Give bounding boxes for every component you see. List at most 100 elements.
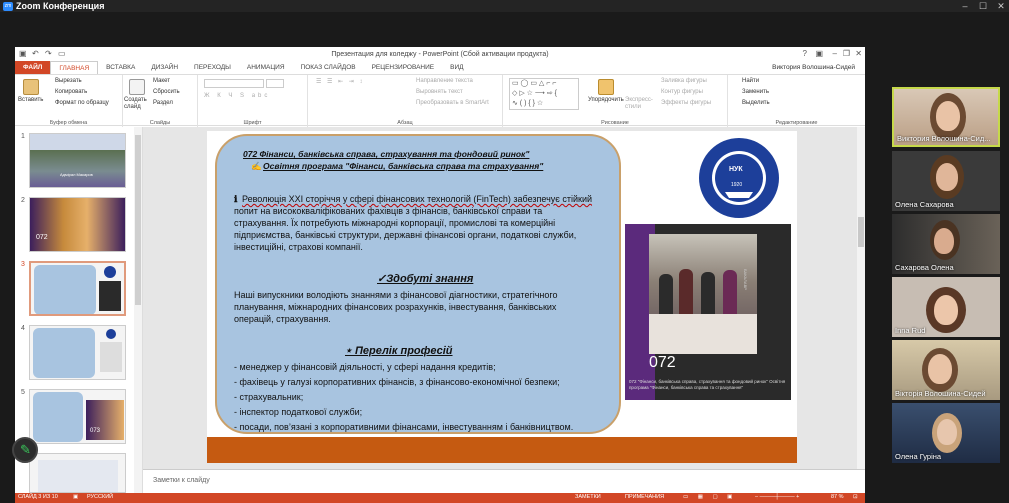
spellcheck-icon[interactable]: ▣ bbox=[73, 494, 78, 500]
shape-fill-button[interactable]: Заливка фигуры bbox=[661, 78, 707, 84]
photo-side-label: БАКАЛАВР bbox=[743, 269, 748, 290]
font-size-combo[interactable] bbox=[266, 79, 284, 88]
thumbnails-scrollbar[interactable] bbox=[134, 127, 142, 493]
ribbon-options-icon[interactable]: ▣ bbox=[815, 49, 823, 58]
slide-thumbnail[interactable] bbox=[29, 325, 126, 380]
powerpoint-window: ▣ ↶ ↷ ▭ Презентация для коледжу - PowerP… bbox=[15, 47, 865, 503]
participant-name: Inna Rud bbox=[895, 326, 926, 335]
group-label-font: Шрифт bbox=[243, 120, 262, 126]
intro-line: попит на висококваліфікованих фахівців з… bbox=[234, 206, 543, 216]
group-slides: Создать слайд Макет Сбросить Раздел Слай… bbox=[123, 75, 198, 127]
intro-line: страхування. Їх потребують міжнародні ко… bbox=[234, 218, 556, 228]
help-icon[interactable]: ? bbox=[803, 49, 807, 58]
arrange-icon[interactable] bbox=[598, 79, 614, 95]
participant-video-tile[interactable]: Вікторія Волошина-Сидей bbox=[892, 340, 1000, 400]
info-icon: ℹ bbox=[234, 194, 238, 204]
slide-thumbnail[interactable]: Адмірал Макаров bbox=[29, 133, 126, 188]
slide-editor: 072 Фінанси, банківська справа, страхува… bbox=[143, 127, 865, 469]
tab-file[interactable]: ФАЙЛ bbox=[15, 61, 51, 74]
status-bar: СЛАЙД 3 ИЗ 10 ▣ РУССКИЙ ЗАМЕТКИ ПРИМЕЧАН… bbox=[15, 493, 865, 503]
comments-toggle[interactable]: ПРИМЕЧАНИЯ bbox=[625, 494, 664, 500]
slide-canvas[interactable]: 072 Фінанси, банківська справа, страхува… bbox=[207, 131, 797, 463]
smartart-button[interactable]: Преобразовать в SmartArt bbox=[416, 100, 489, 106]
layout-button[interactable]: Макет bbox=[153, 78, 170, 84]
arrange-button[interactable]: Упорядочить bbox=[588, 97, 624, 103]
tab-home[interactable]: ГЛАВНАЯ bbox=[50, 61, 99, 74]
align-text-button[interactable]: Выровнять текст bbox=[416, 89, 463, 95]
font-name-combo[interactable] bbox=[204, 79, 264, 88]
participant-video-tile[interactable]: Олена Сахарова bbox=[892, 151, 1000, 211]
fit-slide-icon[interactable]: ⊡ bbox=[853, 494, 858, 500]
group-font: Ж К Ч S abc Шрифт bbox=[198, 75, 308, 127]
participant-video-tile[interactable]: Виктория Волошина-Сид... bbox=[892, 87, 1000, 147]
copy-button[interactable]: Копировать bbox=[55, 89, 87, 95]
slide-thumbnail-active[interactable] bbox=[29, 261, 126, 316]
new-slide-button[interactable]: Создать слайд bbox=[124, 97, 150, 111]
slide-footer-band bbox=[207, 437, 797, 463]
profession-item: - фахівець у галузі корпоративних фінанс… bbox=[234, 377, 560, 387]
shapes-gallery[interactable]: ▭ ◯ ▭ △ ⌐ ⌐ ◇ ▷ ☆ ⟶ ⇨ {∿ ( ) { } ☆ bbox=[509, 78, 579, 110]
tab-transitions[interactable]: ПЕРЕХОДЫ bbox=[186, 61, 239, 74]
ppt-close-icon[interactable]: ✕ bbox=[855, 49, 862, 58]
font-style-buttons[interactable]: Ж К Ч S abc bbox=[204, 93, 270, 99]
paste-button[interactable]: Вставить bbox=[18, 97, 43, 103]
list-buttons[interactable]: ☰ ☰ ⇤ ⇥ ↕ bbox=[316, 78, 364, 85]
notes-pane[interactable]: Заметки к слайду bbox=[143, 469, 865, 493]
program-photo[interactable]: 072 БАКАЛАВР 072 "Фінанси, банківська сп… bbox=[625, 224, 791, 400]
tab-animation[interactable]: АНИМАЦИЯ bbox=[239, 61, 293, 74]
reset-button[interactable]: Сбросить bbox=[153, 89, 180, 95]
notes-toggle[interactable]: ЗАМЕТКИ bbox=[575, 494, 601, 500]
tab-view[interactable]: ВИД bbox=[442, 61, 471, 74]
group-paragraph: ☰ ☰ ⇤ ⇥ ↕ Направление текста Выровнять т… bbox=[308, 75, 503, 127]
participant-video-tile[interactable]: Олена Гуріна bbox=[892, 403, 1000, 463]
new-slide-icon[interactable] bbox=[129, 79, 145, 95]
slide-thumbnail[interactable]: 072 bbox=[29, 197, 126, 252]
slide-scrollbar[interactable] bbox=[857, 127, 865, 469]
document-title: Презентация для коледжу - PowerPoint (Сб… bbox=[331, 50, 549, 58]
tab-insert[interactable]: ВСТАВКА bbox=[98, 61, 143, 74]
shape-outline-button[interactable]: Контур фигуры bbox=[661, 89, 703, 95]
section-button[interactable]: Раздел bbox=[153, 100, 173, 106]
professions-heading: ⋆ Перелік професій bbox=[345, 345, 453, 357]
annotate-pen-button[interactable]: ✎ bbox=[12, 437, 38, 463]
paste-icon[interactable] bbox=[23, 79, 39, 95]
tab-review[interactable]: РЕЦЕНЗИРОВАНИЕ bbox=[364, 61, 443, 74]
ribbon-tabs: ФАЙЛ ГЛАВНАЯ ВСТАВКА ДИЗАЙН ПЕРЕХОДЫ АНИ… bbox=[15, 61, 865, 74]
find-button[interactable]: Найти bbox=[742, 78, 759, 84]
select-button[interactable]: Выделить bbox=[742, 100, 770, 106]
text-direction-button[interactable]: Направление текста bbox=[416, 78, 473, 84]
close-icon[interactable]: ✕ bbox=[994, 0, 1008, 12]
shape-effects-button[interactable]: Эффекты фигуры bbox=[661, 100, 711, 106]
replace-button[interactable]: Заменить bbox=[742, 89, 769, 95]
profession-item: - страхувальник; bbox=[234, 392, 304, 402]
participant-name: Вікторія Волошина-Сидей bbox=[895, 389, 986, 398]
zoom-window-title: Zoom Конференция bbox=[16, 1, 105, 11]
participant-video-tile[interactable]: Inna Rud bbox=[892, 277, 1000, 337]
zoom-slider[interactable]: – ────┼──── + bbox=[755, 494, 799, 500]
signed-in-user[interactable]: Виктория Волошина-Сидей bbox=[772, 61, 855, 74]
group-label-editing: Редактирование bbox=[775, 120, 818, 126]
cut-button[interactable]: Вырезать bbox=[55, 78, 82, 84]
minimize-icon[interactable]: – bbox=[958, 0, 972, 12]
slide-title-line-2: Освітня програма "Фінанси, банківська сп… bbox=[263, 161, 544, 171]
group-label-slides: Слайды bbox=[149, 120, 171, 126]
slide-thumbnail[interactable]: 073 bbox=[29, 389, 126, 444]
tab-slideshow[interactable]: ПОКАЗ СЛАЙДОВ bbox=[293, 61, 364, 74]
zoom-level[interactable]: 87 % bbox=[831, 494, 844, 500]
view-buttons[interactable]: ▭ ▦ ▢ ▣ bbox=[683, 494, 736, 500]
maximize-icon[interactable]: ☐ bbox=[976, 0, 990, 12]
slide-counter: СЛАЙД 3 ИЗ 10 bbox=[18, 494, 58, 500]
ppt-minimize-icon[interactable]: – bbox=[833, 49, 837, 58]
format-painter-button[interactable]: Формат по образцу bbox=[55, 100, 109, 106]
university-logo[interactable]: НУК 1920 Admiral Makarov National Univer… bbox=[687, 134, 795, 224]
slide-thumbnail[interactable] bbox=[29, 453, 126, 493]
logo-abbrev: НУК bbox=[729, 166, 743, 173]
quick-styles-button[interactable]: Экспресс-стили bbox=[625, 97, 653, 111]
ppt-restore-icon[interactable]: ❐ bbox=[843, 49, 850, 58]
language-indicator[interactable]: РУССКИЙ bbox=[87, 494, 113, 500]
participant-video-tile[interactable]: Сахарова Олена bbox=[892, 214, 1000, 274]
profession-item: - інспектор податкової служби; bbox=[234, 407, 363, 417]
tab-design[interactable]: ДИЗАЙН bbox=[143, 61, 186, 74]
content-text-box[interactable]: 072 Фінанси, банківська справа, страхува… bbox=[215, 134, 621, 434]
participant-name: Виктория Волошина-Сид... bbox=[897, 134, 991, 143]
